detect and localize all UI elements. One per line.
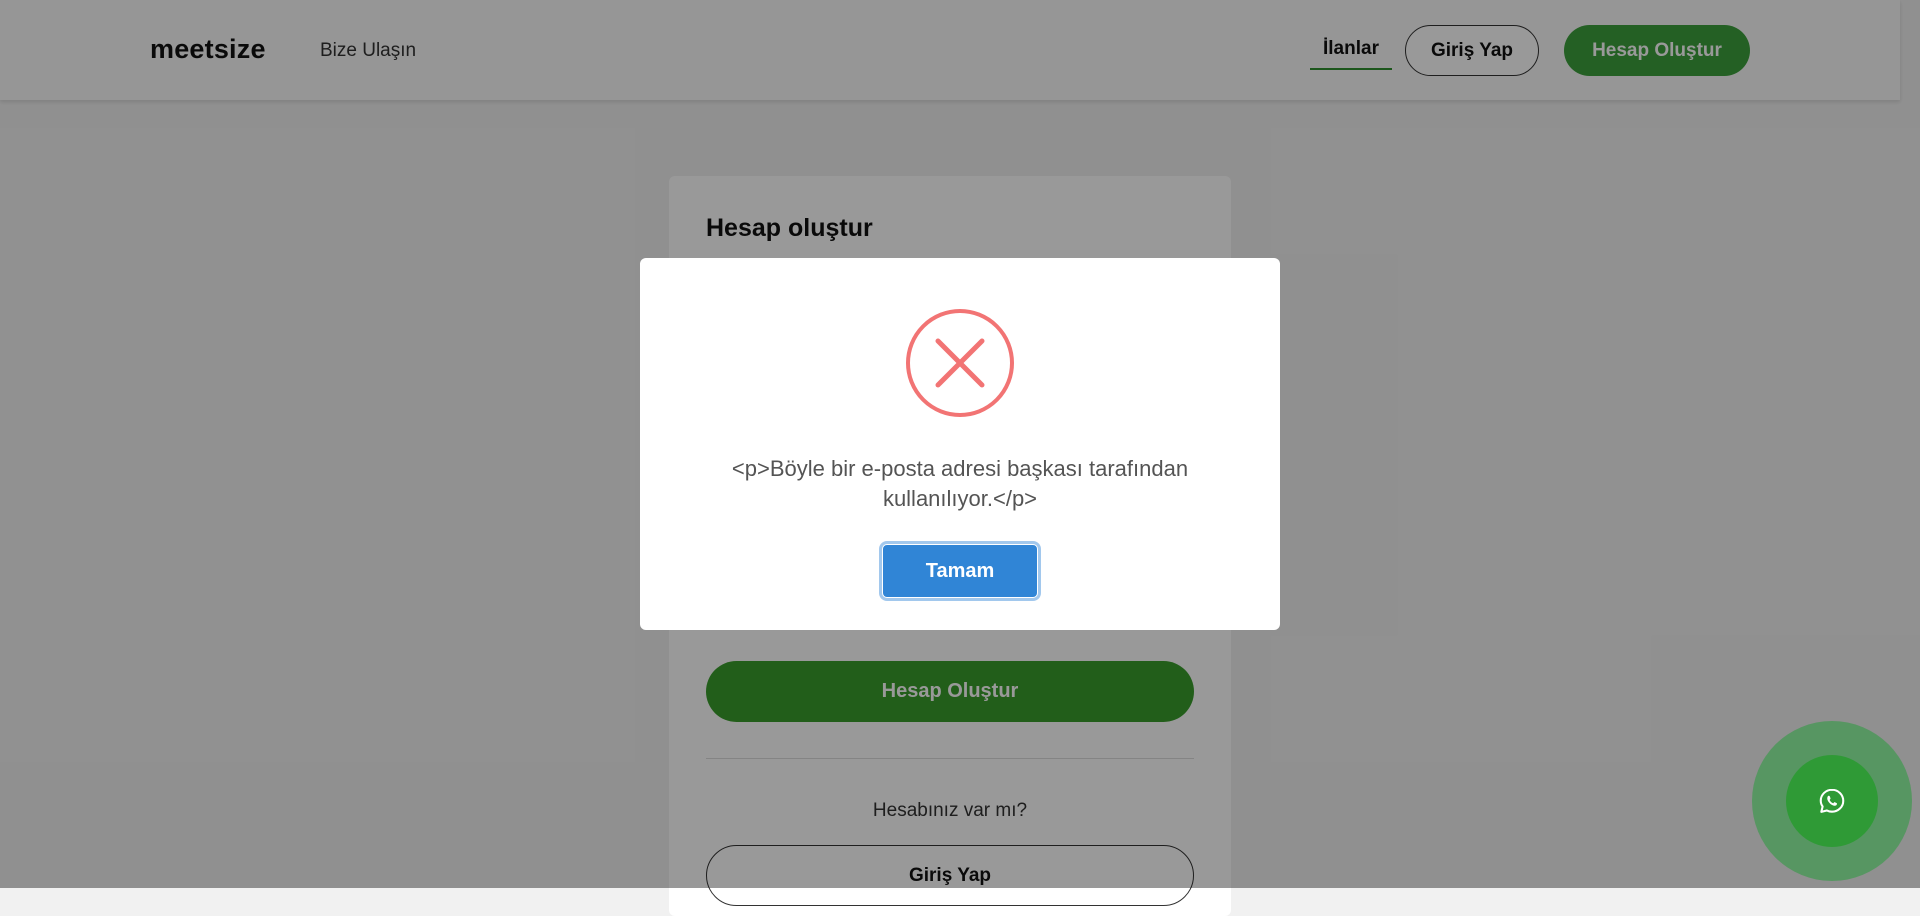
error-x-icon (906, 309, 1014, 417)
whatsapp-button-inner[interactable] (1786, 755, 1878, 847)
modal-message: <p>Böyle bir e-posta adresi başkası tara… (731, 456, 1189, 511)
ok-button[interactable]: Tamam (882, 544, 1038, 598)
error-modal: <p>Böyle bir e-posta adresi başkası tara… (640, 258, 1280, 630)
whatsapp-icon (1819, 788, 1845, 813)
whatsapp-floating-button[interactable] (1752, 721, 1912, 881)
